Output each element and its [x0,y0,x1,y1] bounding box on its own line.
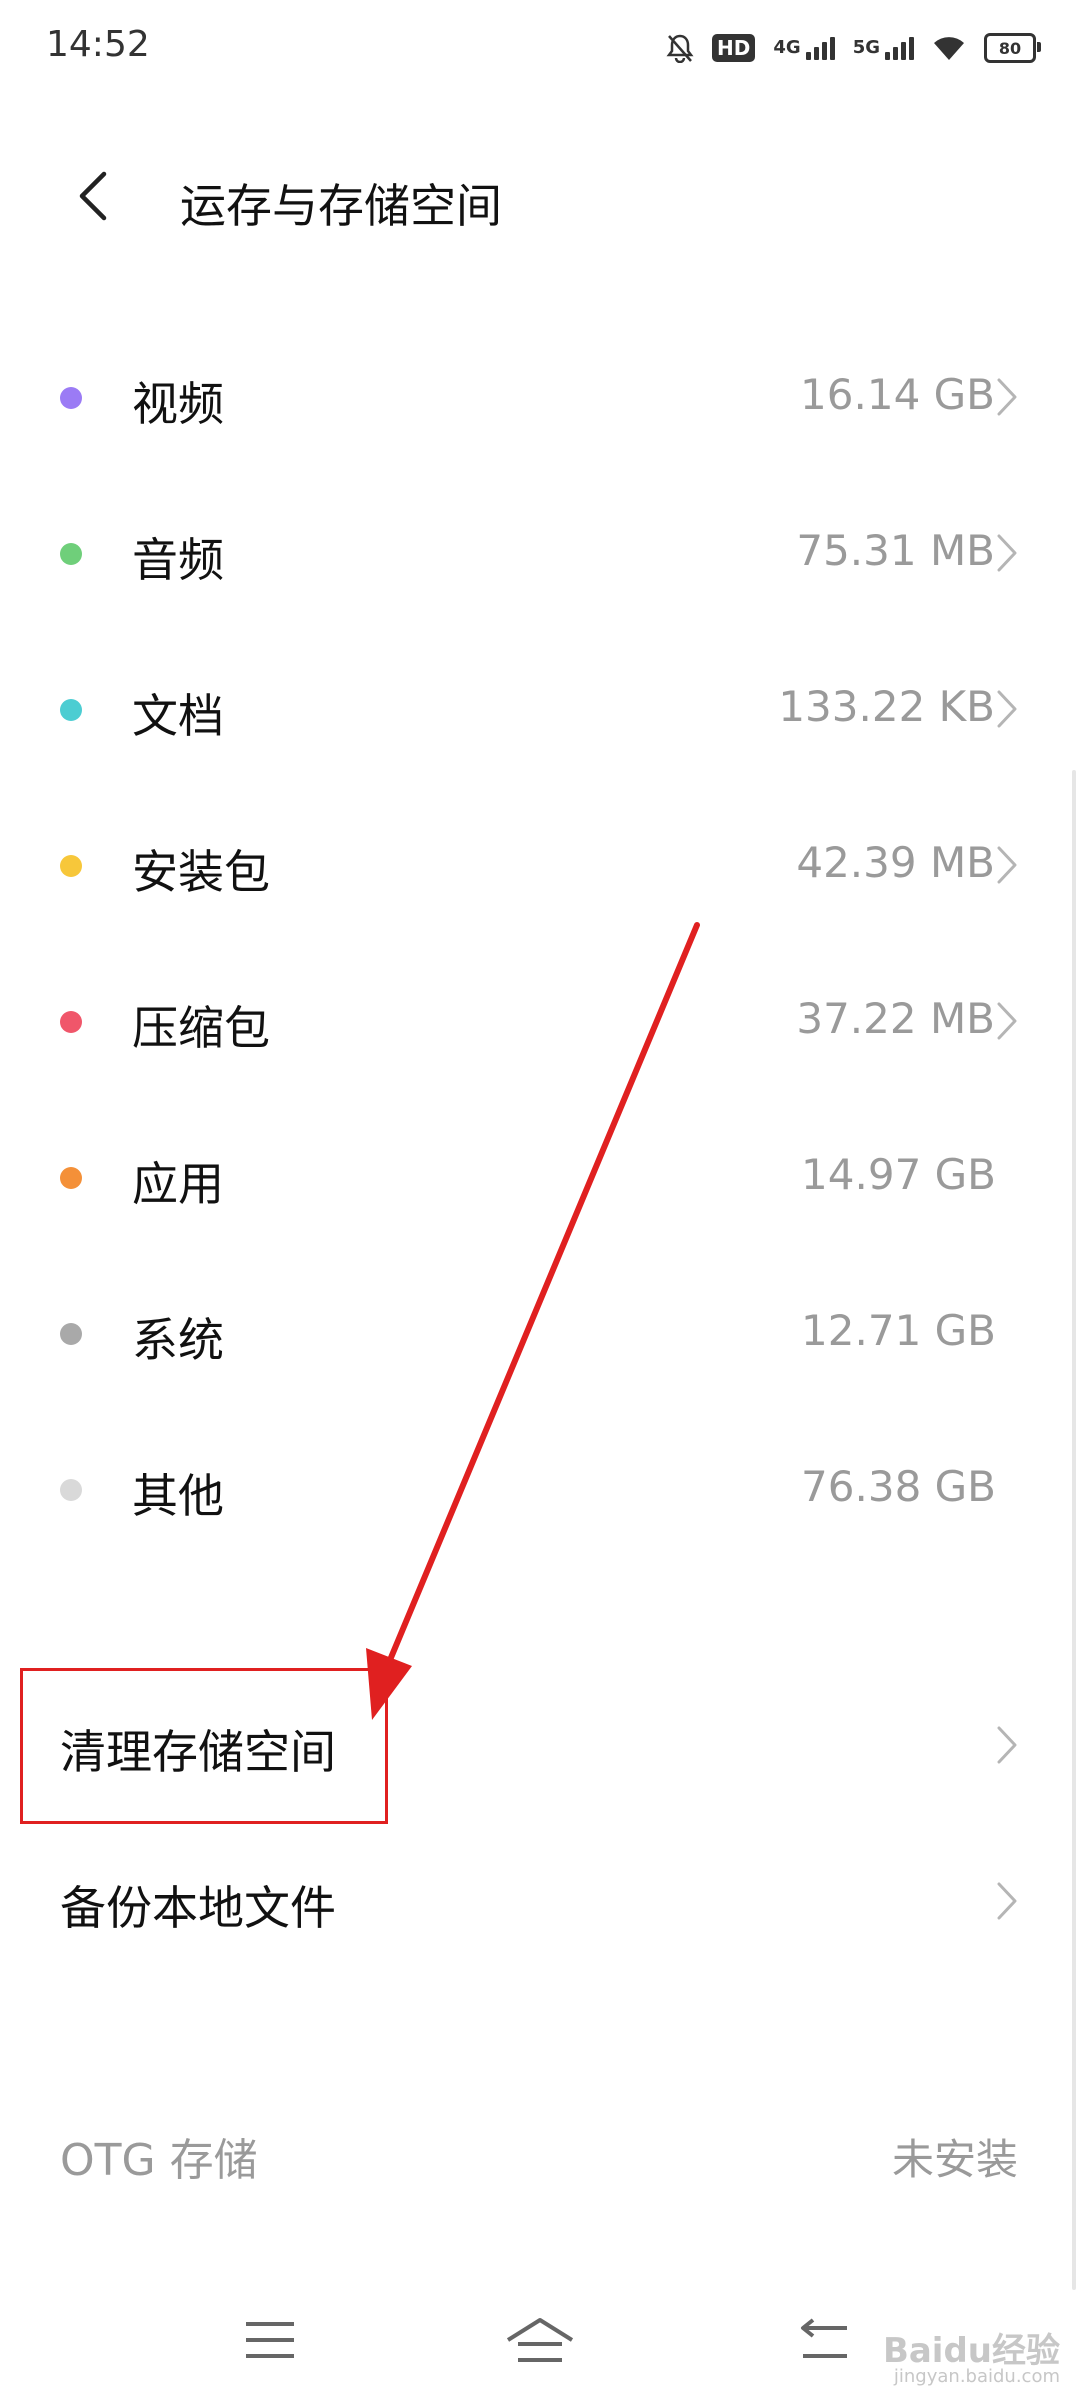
battery-icon: 80 [984,33,1041,63]
category-color-dot [60,387,82,409]
chevron-right-icon [997,846,1017,884]
chevron-left-icon [79,171,107,221]
category-label: 音频 [132,533,224,587]
category-size: 75.31 MB [796,526,995,575]
scrollbar[interactable] [1072,770,1076,2290]
category-size: 76.38 GB [801,1462,996,1511]
storage-category-row[interactable]: 音频 75.31 MB [0,476,1080,632]
storage-category-row: 应用 14.97 GB [0,1100,1080,1256]
chevron-right-icon [997,534,1017,572]
category-color-dot [60,1011,82,1033]
storage-category-row[interactable]: 文档 133.22 KB [0,632,1080,788]
chevron-right-icon [997,690,1017,728]
storage-category-row[interactable]: 视频 16.14 GB [0,320,1080,476]
highlight-box [20,1668,388,1824]
otg-storage-status: 未安装 [891,2135,1018,2184]
header: 运存与存储空间 [0,140,1080,250]
category-color-dot [60,1167,82,1189]
category-label: 文档 [132,689,224,743]
menu-button[interactable] [230,2300,310,2380]
home-button[interactable] [500,2300,580,2380]
category-size: 37.22 MB [796,994,995,1043]
storage-category-row[interactable]: 安装包 42.39 MB [0,788,1080,944]
wifi-icon [932,34,966,62]
bell-muted-icon [666,33,694,63]
return-icon [801,2318,847,2358]
signal-4g-icon: 4G [773,36,835,60]
category-size: 16.14 GB [800,370,995,419]
otg-storage-label: OTG 存储 [60,2135,258,2186]
menu-icon [246,2322,294,2358]
category-color-dot [60,855,82,877]
hd-voice-icon: HD [712,34,756,62]
signal-5g-icon: 5G [853,36,914,60]
otg-storage-row: OTG 存储 未安装 [0,2080,1080,2220]
storage-category-row[interactable]: 压缩包 37.22 MB [0,944,1080,1100]
category-label: 视频 [132,377,224,431]
chevron-right-icon [997,378,1017,416]
chevron-right-icon [997,1882,1017,1920]
category-size: 12.71 GB [801,1306,996,1355]
storage-category-row: 其他 76.38 GB [0,1412,1080,1568]
category-label: 系统 [132,1313,224,1367]
status-bar: 14:52 HD 4G 5G 80 [0,0,1080,100]
back-nav-button[interactable] [785,2300,865,2380]
category-color-dot [60,1479,82,1501]
storage-category-row: 系统 12.71 GB [0,1256,1080,1412]
status-icons: HD 4G 5G 80 [666,26,1041,70]
category-color-dot [60,543,82,565]
chevron-right-icon [997,1726,1017,1764]
chevron-right-icon [997,1002,1017,1040]
home-icon [506,2318,574,2362]
back-button[interactable] [66,166,126,226]
category-label: 其他 [132,1469,224,1523]
category-size: 42.39 MB [796,838,995,887]
category-label: 压缩包 [132,1001,270,1055]
page-title: 运存与存储空间 [180,179,502,233]
category-label: 应用 [132,1157,224,1211]
backup-local-files-label: 备份本地文件 [60,1881,336,1935]
category-color-dot [60,699,82,721]
watermark: Baidu经验 jingyan.baidu.com [882,2331,1060,2387]
category-size: 133.22 KB [778,682,995,731]
status-time: 14:52 [46,24,150,65]
category-label: 安装包 [132,845,270,899]
backup-local-files-row[interactable]: 备份本地文件 [0,1824,1080,1980]
category-color-dot [60,1323,82,1345]
category-size: 14.97 GB [801,1150,996,1199]
